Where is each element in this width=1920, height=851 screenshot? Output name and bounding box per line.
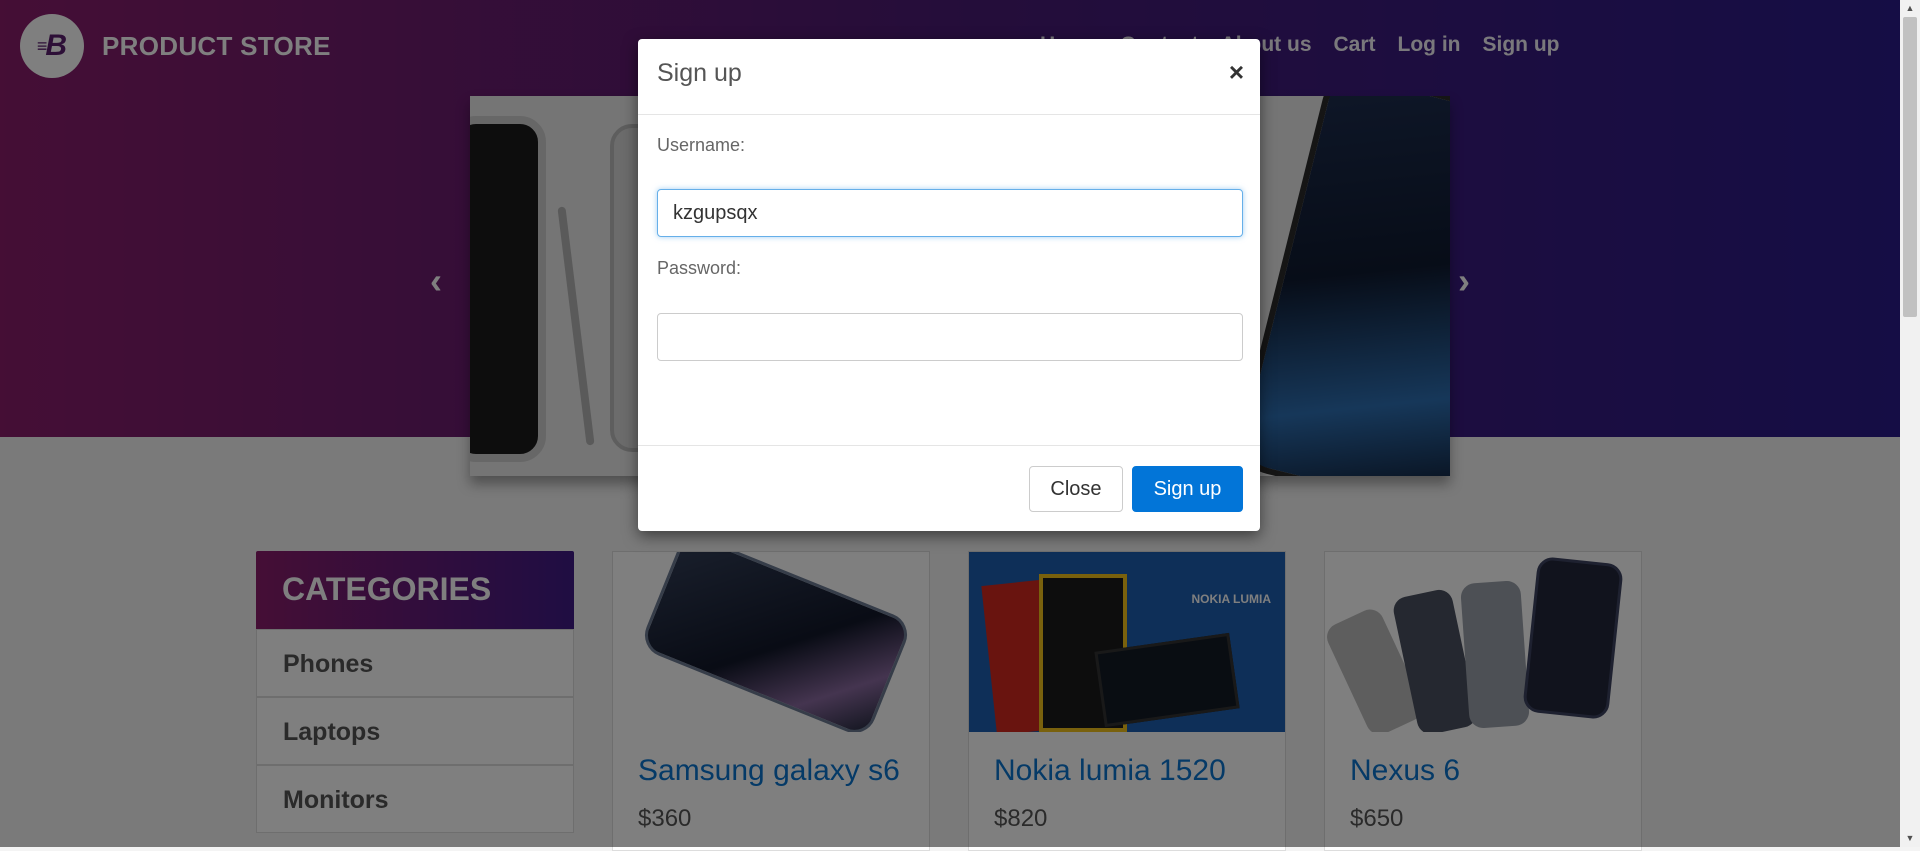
close-icon[interactable]: × [1229, 57, 1244, 88]
username-label: Username: [657, 135, 746, 155]
modal-footer: Close Sign up [638, 445, 1260, 532]
scrollbar-thumb[interactable] [1903, 17, 1917, 317]
scroll-up-icon[interactable]: ▲ [1900, 0, 1920, 17]
vertical-scrollbar[interactable]: ▲ ▼ [1900, 0, 1920, 847]
username-field[interactable] [657, 189, 1243, 237]
modal-title: Sign up [657, 59, 742, 87]
signup-modal: Sign up × Username: Password: Close Sign… [638, 39, 1260, 531]
signup-button[interactable]: Sign up [1132, 466, 1243, 512]
close-button[interactable]: Close [1029, 466, 1123, 512]
password-field[interactable] [657, 313, 1243, 361]
scroll-down-icon[interactable]: ▼ [1900, 830, 1920, 847]
password-label: Password: [657, 258, 742, 278]
modal-header: Sign up × [638, 39, 1260, 115]
